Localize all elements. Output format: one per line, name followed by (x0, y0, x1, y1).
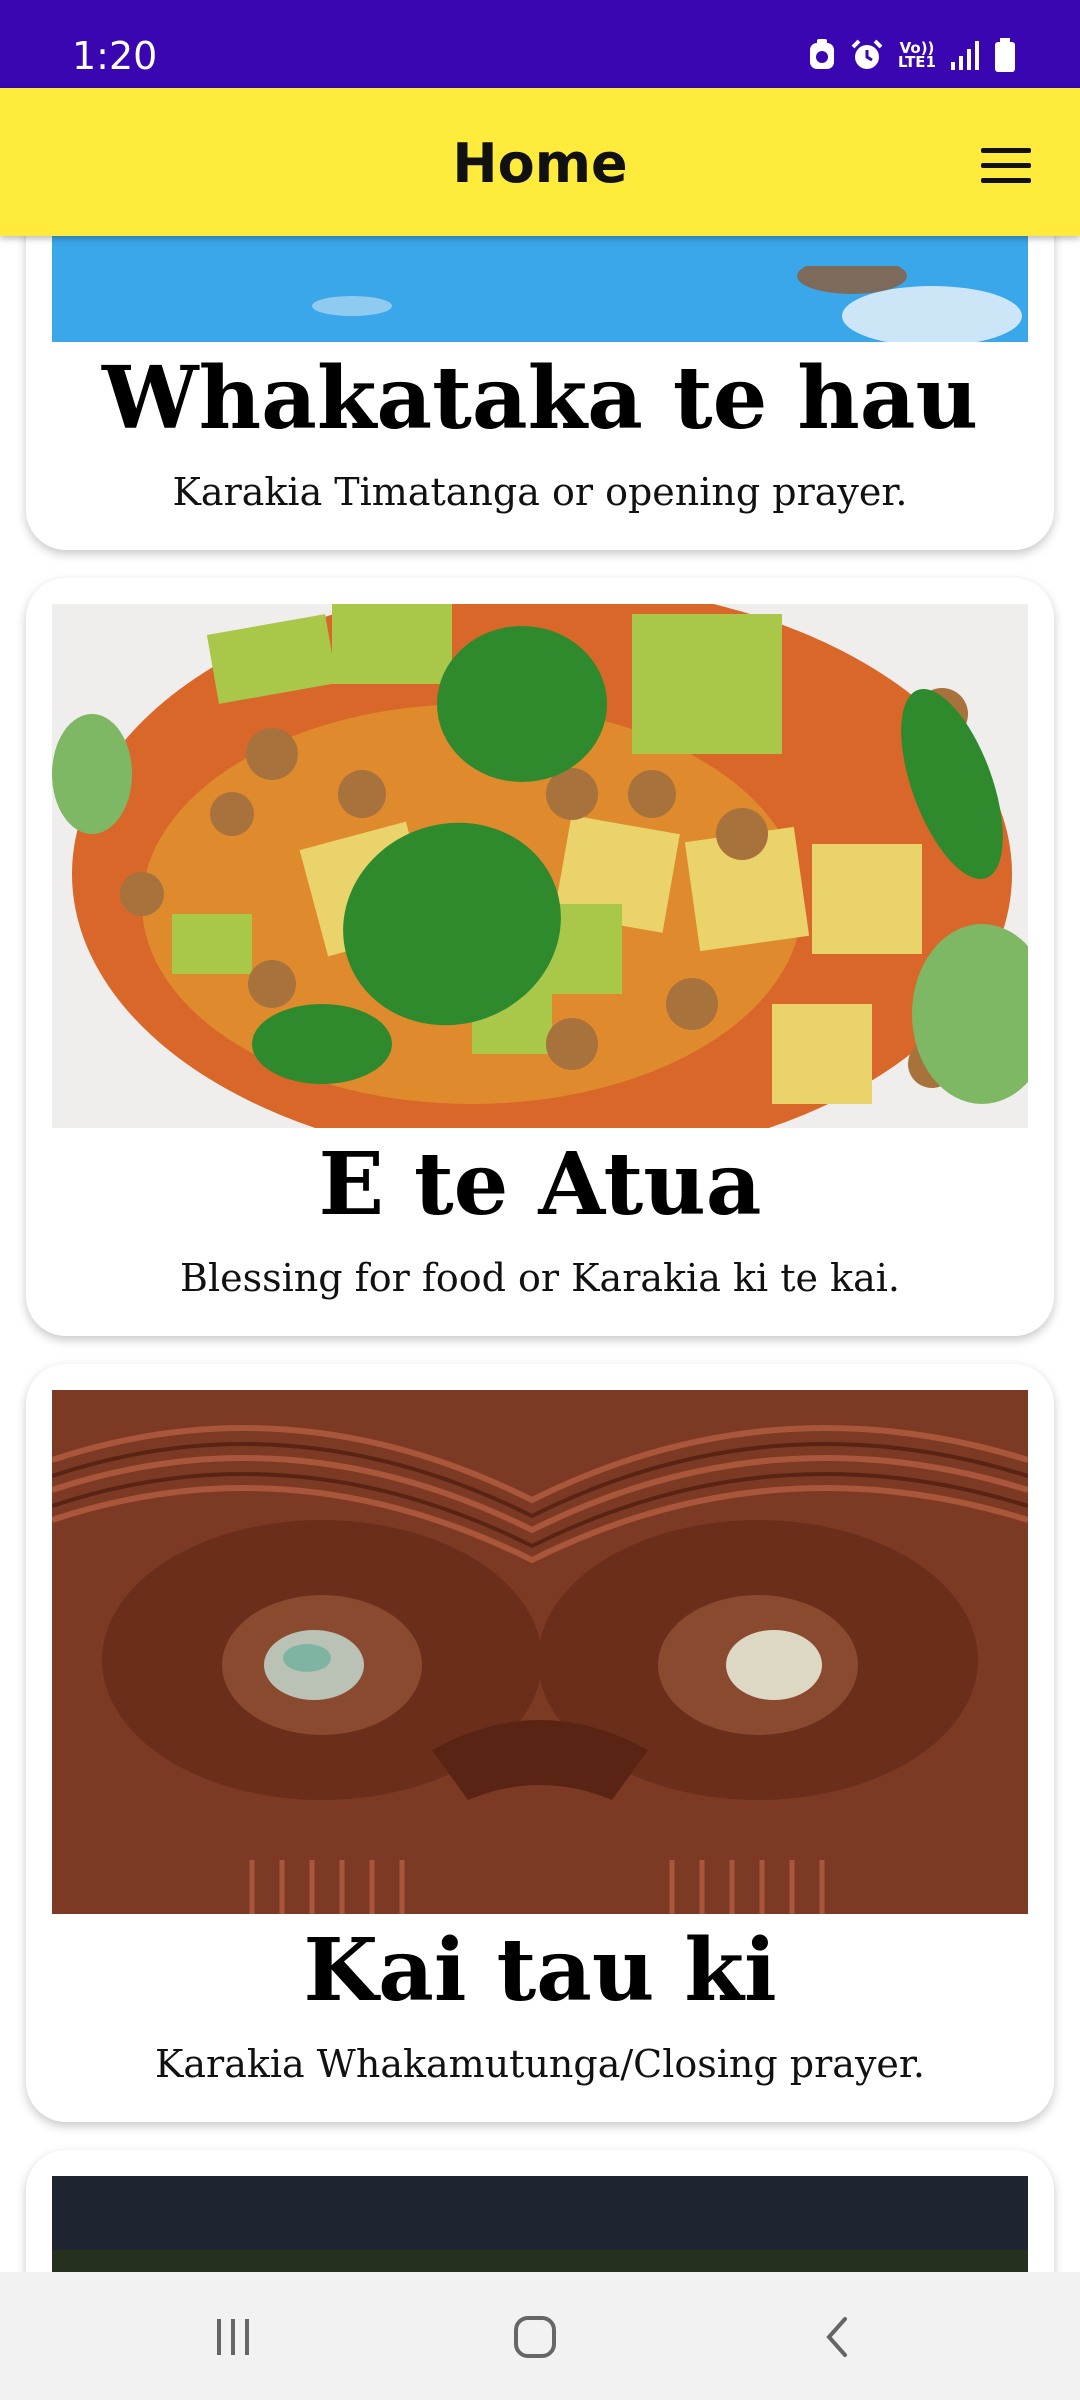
status-bar: 1:20 Vo)) LTE1 (0, 0, 1080, 88)
card-description: Karakia Timatanga or opening prayer. (172, 470, 908, 514)
app-notification-icon (810, 39, 834, 69)
home-icon (514, 2316, 556, 2358)
card-title: Kai tau ki (303, 1920, 777, 2021)
recent-apps-button[interactable] (188, 2302, 278, 2372)
karakia-card[interactable]: Kai tau ki Karakia Whakamutunga/Closing … (26, 1364, 1054, 2122)
back-button[interactable] (792, 2302, 882, 2372)
card-image (52, 236, 1028, 342)
app-bar: Home (0, 88, 1080, 236)
volte-lte-icon: Vo)) LTE1 (898, 39, 936, 71)
card-title: E te Atua (318, 1134, 762, 1235)
page-title: Home (452, 132, 628, 195)
card-image (52, 2176, 1028, 2272)
card-list[interactable]: Whakataka te hau Karakia Timatanga or op… (0, 236, 1080, 2272)
battery-icon (995, 38, 1015, 72)
home-button[interactable] (490, 2302, 580, 2372)
hamburger-menu-icon (981, 147, 1031, 153)
card-description: Karakia Whakamutunga/Closing prayer. (155, 2042, 925, 2086)
system-nav-bar (0, 2272, 1080, 2400)
card-description: Blessing for food or Karakia ki te kai. (180, 1256, 900, 1300)
dark-screen-image (52, 2176, 1028, 2272)
sky-image (52, 236, 1028, 342)
hamburger-menu-button[interactable] (964, 132, 1048, 198)
carving-image (52, 1390, 1028, 1914)
status-icons: Vo)) LTE1 (808, 38, 1016, 72)
status-time: 1:20 (72, 34, 158, 78)
alarm-icon (851, 39, 883, 69)
card-image (52, 1390, 1028, 1914)
karakia-card[interactable]: Whakataka te hau Karakia Timatanga or op… (26, 236, 1054, 550)
karakia-card[interactable] (26, 2150, 1054, 2272)
signal-icon (951, 41, 979, 70)
salad-image (52, 604, 1028, 1128)
back-icon (826, 2317, 847, 2357)
karakia-card[interactable]: E te Atua Blessing for food or Karakia k… (26, 578, 1054, 1336)
card-image (52, 604, 1028, 1128)
card-title: Whakataka te hau (102, 348, 978, 449)
recent-apps-icon (217, 2319, 249, 2355)
